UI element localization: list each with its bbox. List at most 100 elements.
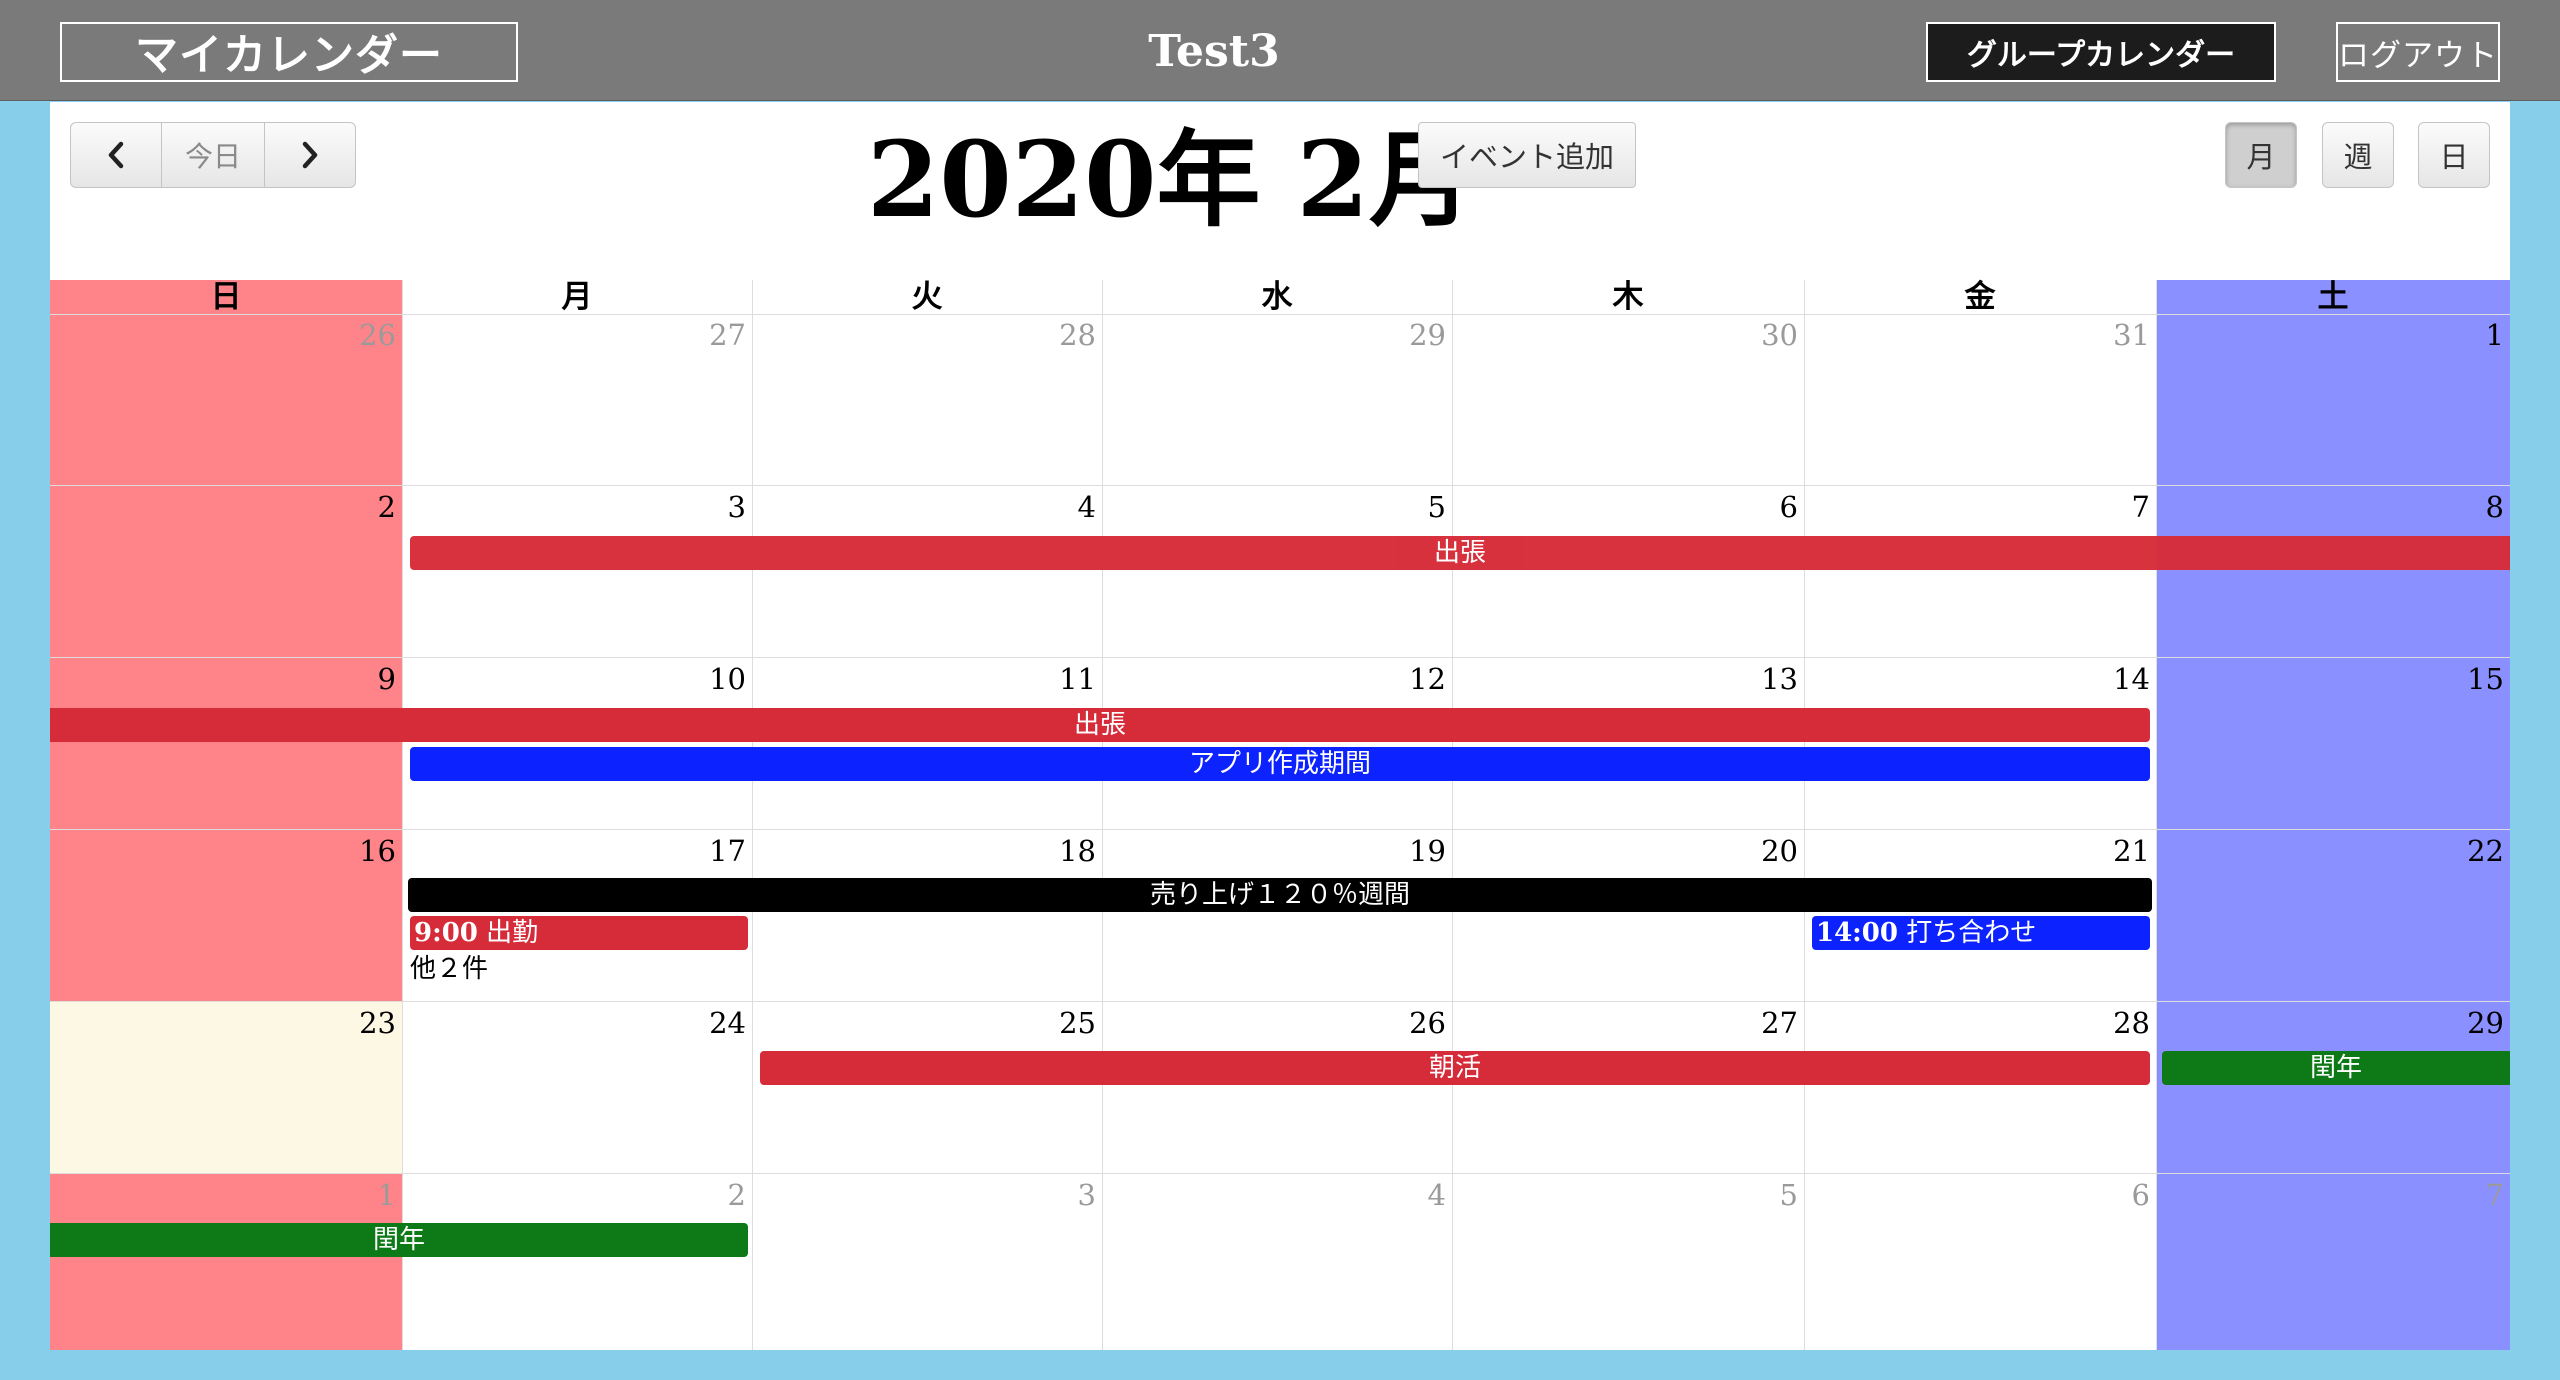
day-number: 2 (377, 490, 396, 524)
day-cell[interactable]: 25 (752, 1002, 1102, 1174)
day-view-button[interactable]: 日 (2418, 122, 2490, 188)
event-business-trip[interactable]: 出張 (50, 708, 2150, 742)
day-number: 25 (1059, 1006, 1096, 1040)
day-cell[interactable]: 7 (1804, 486, 2156, 658)
day-number: 24 (709, 1006, 746, 1040)
day-number: 4 (1427, 1178, 1446, 1212)
day-cell[interactable]: 8 (2156, 486, 2510, 658)
day-cell[interactable]: 5 (1102, 486, 1452, 658)
day-cell[interactable]: 2 (402, 1174, 752, 1350)
event-business-trip[interactable]: 出張 (410, 536, 2510, 570)
day-cell[interactable]: 16 (50, 830, 402, 1002)
event-leap-year[interactable]: 閏年 (50, 1223, 748, 1257)
column-tuesday: 火 28 4 11 18 25 3 (752, 280, 1102, 1350)
grid-divider (1452, 280, 1453, 1350)
day-number: 3 (727, 490, 746, 524)
day-number: 14 (2113, 662, 2150, 696)
day-number: 2 (727, 1178, 746, 1212)
day-cell[interactable]: 15 (2156, 658, 2510, 830)
grid-divider (1102, 280, 1103, 1350)
column-friday: 金 31 7 14 21 28 6 (1804, 280, 2156, 1350)
event-time: 14:00 (1816, 918, 1898, 948)
day-number: 29 (1409, 318, 1446, 352)
weekday-header: 土 (2156, 280, 2510, 315)
grid-divider (1804, 280, 1805, 1350)
weekday-header: 水 (1102, 280, 1452, 315)
day-cell[interactable]: 24 (402, 1002, 752, 1174)
day-cell[interactable]: 12 (1102, 658, 1452, 830)
weekday-header: 日 (50, 280, 402, 315)
event-leap-year[interactable]: 閏年 (2162, 1051, 2510, 1085)
column-thursday: 木 30 6 13 20 27 5 (1452, 280, 1804, 1350)
column-sunday: 日 26 2 9 16 23 1 (50, 280, 402, 1350)
day-cell[interactable]: 18 (752, 830, 1102, 1002)
day-cell[interactable]: 20 (1452, 830, 1804, 1002)
day-cell[interactable]: 29 (2156, 1002, 2510, 1174)
day-cell[interactable]: 4 (752, 486, 1102, 658)
day-number: 27 (709, 318, 746, 352)
day-cell[interactable]: 28 (1804, 1002, 2156, 1174)
day-number: 12 (1409, 662, 1446, 696)
add-event-button[interactable]: イベント追加 (1418, 122, 1636, 188)
day-cell[interactable]: 1 (2156, 314, 2510, 486)
day-cell-today[interactable]: 23 (50, 1002, 402, 1174)
week-view-button[interactable]: 週 (2322, 122, 2394, 188)
day-cell[interactable]: 27 (402, 314, 752, 486)
today-button[interactable]: 今日 (162, 122, 264, 188)
month-view-button[interactable]: 月 (2225, 122, 2297, 188)
event-title: 打ち合わせ (1906, 918, 2037, 948)
month-grid: 日 26 2 9 16 23 1 月 27 3 10 17 24 2 火 28 … (50, 280, 2510, 1350)
day-number: 6 (1779, 490, 1798, 524)
day-number: 1 (2485, 318, 2504, 352)
day-number: 1 (377, 1178, 396, 1212)
day-number: 13 (1761, 662, 1798, 696)
day-cell[interactable]: 7 (2156, 1174, 2510, 1350)
day-cell[interactable]: 29 (1102, 314, 1452, 486)
event-meeting[interactable]: 14:00 打ち合わせ (1812, 916, 2150, 950)
day-cell[interactable]: 30 (1452, 314, 1804, 486)
day-cell[interactable]: 19 (1102, 830, 1452, 1002)
day-cell[interactable]: 3 (752, 1174, 1102, 1350)
day-number: 18 (1059, 834, 1096, 868)
day-cell[interactable]: 2 (50, 486, 402, 658)
day-cell[interactable]: 6 (1804, 1174, 2156, 1350)
event-attendance[interactable]: 9:00 出勤 (410, 916, 748, 950)
more-events-link[interactable]: 他２件 (410, 952, 488, 986)
day-cell[interactable]: 6 (1452, 486, 1804, 658)
grid-divider (752, 280, 753, 1350)
chevron-left-icon (108, 141, 124, 169)
day-number: 9 (377, 662, 396, 696)
group-calendar-button[interactable]: グループカレンダー (1926, 22, 2276, 82)
day-cell[interactable]: 5 (1452, 1174, 1804, 1350)
day-cell[interactable]: 27 (1452, 1002, 1804, 1174)
prev-button[interactable] (70, 122, 162, 188)
logout-button[interactable]: ログアウト (2336, 22, 2500, 82)
day-cell[interactable]: 28 (752, 314, 1102, 486)
day-cell[interactable]: 26 (50, 314, 402, 486)
day-number: 8 (2485, 490, 2504, 524)
event-sales-week[interactable]: 売り上げ１２０％週間 (408, 878, 2152, 912)
day-cell[interactable]: 11 (752, 658, 1102, 830)
day-cell[interactable]: 22 (2156, 830, 2510, 1002)
my-calendar-button[interactable]: マイカレンダー (60, 22, 518, 82)
day-cell[interactable]: 26 (1102, 1002, 1452, 1174)
day-cell[interactable]: 13 (1452, 658, 1804, 830)
day-cell[interactable]: 31 (1804, 314, 2156, 486)
day-number: 3 (1077, 1178, 1096, 1212)
next-button[interactable] (264, 122, 356, 188)
day-number: 28 (2113, 1006, 2150, 1040)
day-number: 22 (2467, 834, 2504, 868)
day-number: 31 (2113, 318, 2150, 352)
day-cell[interactable]: 10 (402, 658, 752, 830)
day-number: 23 (359, 1006, 396, 1040)
event-app-development[interactable]: アプリ作成期間 (410, 747, 2150, 781)
day-cell[interactable]: 1 (50, 1174, 402, 1350)
day-cell[interactable]: 14 (1804, 658, 2156, 830)
day-number: 6 (2131, 1178, 2150, 1212)
column-monday: 月 27 3 10 17 24 2 (402, 280, 752, 1350)
day-cell[interactable]: 9 (50, 658, 402, 830)
day-cell[interactable]: 3 (402, 486, 752, 658)
event-morning-activity[interactable]: 朝活 (760, 1051, 2150, 1085)
day-number: 7 (2131, 490, 2150, 524)
day-cell[interactable]: 4 (1102, 1174, 1452, 1350)
